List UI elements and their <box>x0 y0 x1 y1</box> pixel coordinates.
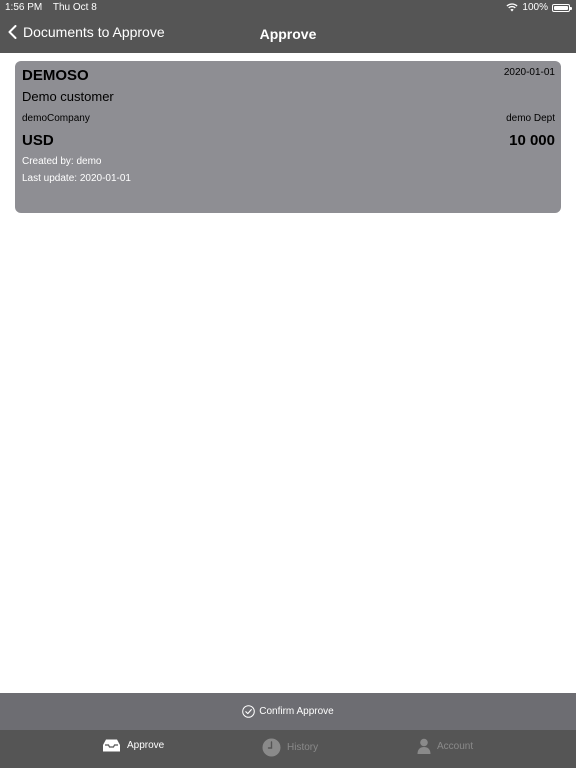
person-icon <box>417 738 431 754</box>
tab-account-label: Account <box>437 740 474 752</box>
battery-icon <box>552 3 572 12</box>
customer-name: Demo customer <box>22 89 114 104</box>
confirm-approve-label: Confirm Approve <box>259 706 334 717</box>
status-bar: 1:56 PM Thu Oct 8 100% <box>0 0 576 16</box>
last-update: Last update: 2020-01-01 <box>22 173 131 184</box>
document-date: 2020-01-01 <box>503 67 555 78</box>
tab-history-label: History <box>287 742 319 753</box>
navigation-bar: Documents to Approve Approve <box>0 16 576 53</box>
company-name: demoCompany <box>22 113 90 124</box>
clock-icon <box>262 738 281 757</box>
wifi-icon <box>506 3 518 12</box>
document-amount: 10 000 <box>509 132 555 149</box>
confirm-approve-button[interactable]: Confirm Approve <box>0 693 576 730</box>
tab-bar: Approve History Account <box>0 730 576 768</box>
document-card[interactable]: DEMOSO 2020-01-01 Demo customer demoComp… <box>15 61 561 213</box>
page-title: Approve <box>259 26 317 42</box>
tab-approve-label: Approve <box>127 740 165 751</box>
currency-code: USD <box>22 132 54 149</box>
status-date: Thu Oct 8 <box>52 2 97 13</box>
inbox-icon <box>103 739 120 752</box>
document-code: DEMOSO <box>22 67 89 84</box>
tab-approve[interactable]: Approve <box>102 738 164 753</box>
created-by: Created by: demo <box>22 156 102 167</box>
tab-account[interactable]: Account <box>417 738 473 754</box>
battery-percent: 100% <box>522 2 548 13</box>
tab-history[interactable]: History <box>262 738 318 757</box>
status-time: 1:56 PM <box>5 2 43 13</box>
department-name: demo Dept <box>506 113 555 124</box>
checkmark-circle-icon <box>242 705 256 718</box>
battery-fill <box>554 5 568 10</box>
